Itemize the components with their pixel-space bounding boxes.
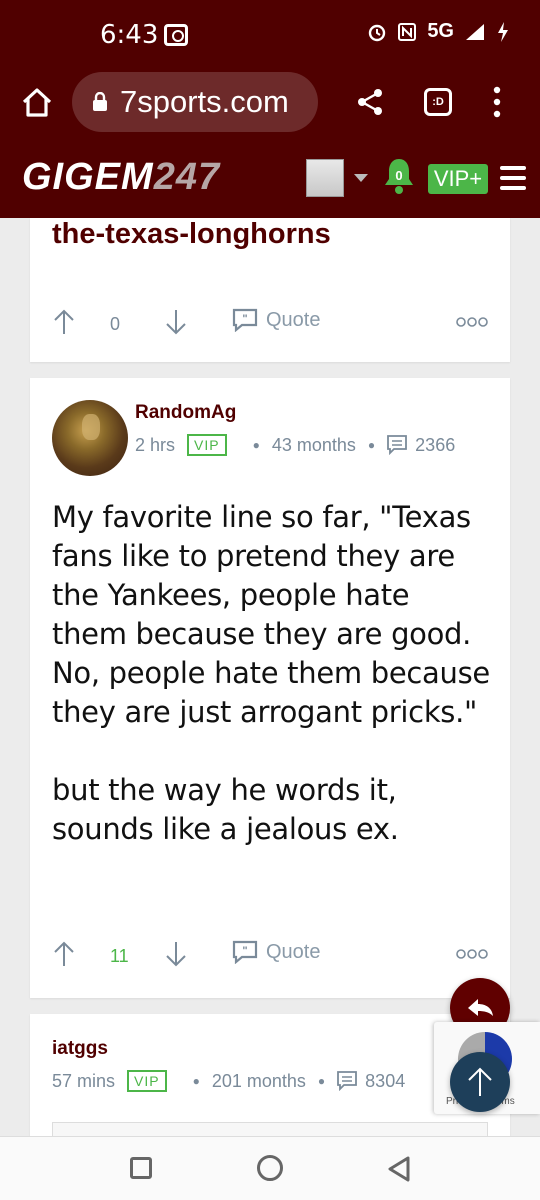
url-text: 7sports.com (120, 84, 289, 119)
notification-bell-icon[interactable]: 0 (382, 156, 416, 196)
post-time: 2 hrs (135, 434, 176, 455)
post-link[interactable]: the-texas-longhorns (52, 218, 331, 251)
comment-icon (387, 435, 408, 455)
svg-text:": " (242, 313, 247, 325)
scroll-to-top-button[interactable] (450, 1052, 510, 1112)
post-card: the-texas-longhorns 0 " Quote (30, 218, 510, 362)
quote-button[interactable]: " Quote (232, 308, 320, 332)
more-options-icon[interactable] (456, 948, 488, 960)
status-icons: 5G (367, 20, 510, 43)
back-icon[interactable] (386, 1155, 412, 1183)
svg-text:": " (242, 945, 247, 957)
downvote-icon[interactable] (164, 940, 188, 968)
upvote-icon[interactable] (52, 940, 76, 968)
vote-count: 0 (110, 314, 121, 334)
address-bar[interactable]: 7sports.com (72, 72, 318, 132)
network-type: 5G (427, 20, 454, 42)
signal-icon (466, 23, 484, 40)
post-time: 57 mins (52, 1070, 116, 1091)
recents-icon[interactable] (130, 1157, 152, 1179)
quote-icon: " (232, 940, 258, 964)
post-meta: 2 hrs VIP ● 43 months ● 2366 (135, 434, 455, 456)
separator-dot: ● (367, 438, 376, 452)
battery-charging-icon (498, 21, 508, 42)
member-tenure: 43 months (271, 434, 356, 455)
more-options-icon[interactable] (456, 316, 488, 328)
comment-icon (337, 1071, 358, 1091)
tab-switcher-button[interactable]: :D (424, 88, 452, 116)
status-time: 6:43 (100, 20, 159, 50)
home-icon[interactable] (20, 86, 54, 120)
post-actions: 0 " Quote (52, 304, 488, 344)
logo-number: 247 (153, 156, 221, 198)
browser-menu-icon[interactable] (492, 86, 502, 118)
arrow-up-icon (468, 1067, 492, 1096)
author-username[interactable]: iatggs (52, 1038, 108, 1060)
member-tenure: 201 months (211, 1070, 306, 1091)
vip-badge: VIP (127, 1070, 167, 1092)
tab-label: :D (432, 96, 444, 108)
site-header: GIGEM247 0 VIP+ (0, 134, 540, 218)
vip-button[interactable]: VIP+ (428, 164, 488, 194)
site-logo[interactable]: GIGEM247 (22, 156, 220, 199)
screen-record-icon (164, 24, 188, 46)
post-body: My favorite line so far, "Texas fans lik… (52, 500, 490, 846)
comment-count: 8304 (365, 1070, 406, 1091)
upvote-icon[interactable] (52, 308, 76, 336)
user-avatar[interactable] (306, 159, 344, 197)
separator-dot: ● (317, 1074, 326, 1088)
hamburger-menu-icon[interactable] (500, 166, 526, 190)
notification-count: 0 (395, 168, 402, 183)
quote-icon: " (232, 308, 258, 332)
separator-dot: ● (192, 1074, 200, 1088)
quote-label: Quote (266, 940, 321, 963)
post-card: RandomAg 2 hrs VIP ● 43 months ● 2366 My… (30, 378, 510, 998)
lock-icon (93, 92, 107, 111)
post-meta: 57 mins VIP ● 201 months ● 8304 (52, 1070, 405, 1092)
post-actions: 11 " Quote (52, 936, 488, 976)
comment-count: 2366 (415, 434, 456, 455)
quote-button[interactable]: " Quote (232, 940, 320, 964)
status-bar: 6:43 5G (0, 0, 540, 70)
vip-badge: VIP (187, 434, 227, 456)
downvote-icon[interactable] (164, 308, 188, 336)
separator-dot: ● (252, 438, 260, 452)
quote-label: Quote (266, 308, 321, 331)
author-avatar[interactable] (52, 400, 128, 476)
chevron-down-icon[interactable] (354, 174, 368, 182)
nfc-icon (398, 22, 417, 41)
browser-toolbar: 7sports.com :D (0, 70, 540, 134)
home-nav-icon[interactable] (257, 1155, 283, 1181)
system-nav-bar (0, 1136, 540, 1200)
alarm-icon (369, 24, 386, 41)
logo-text: GIGEM (22, 156, 154, 198)
share-icon[interactable] (356, 88, 384, 116)
vote-count: 11 (110, 946, 129, 966)
author-username[interactable]: RandomAg (135, 402, 236, 424)
